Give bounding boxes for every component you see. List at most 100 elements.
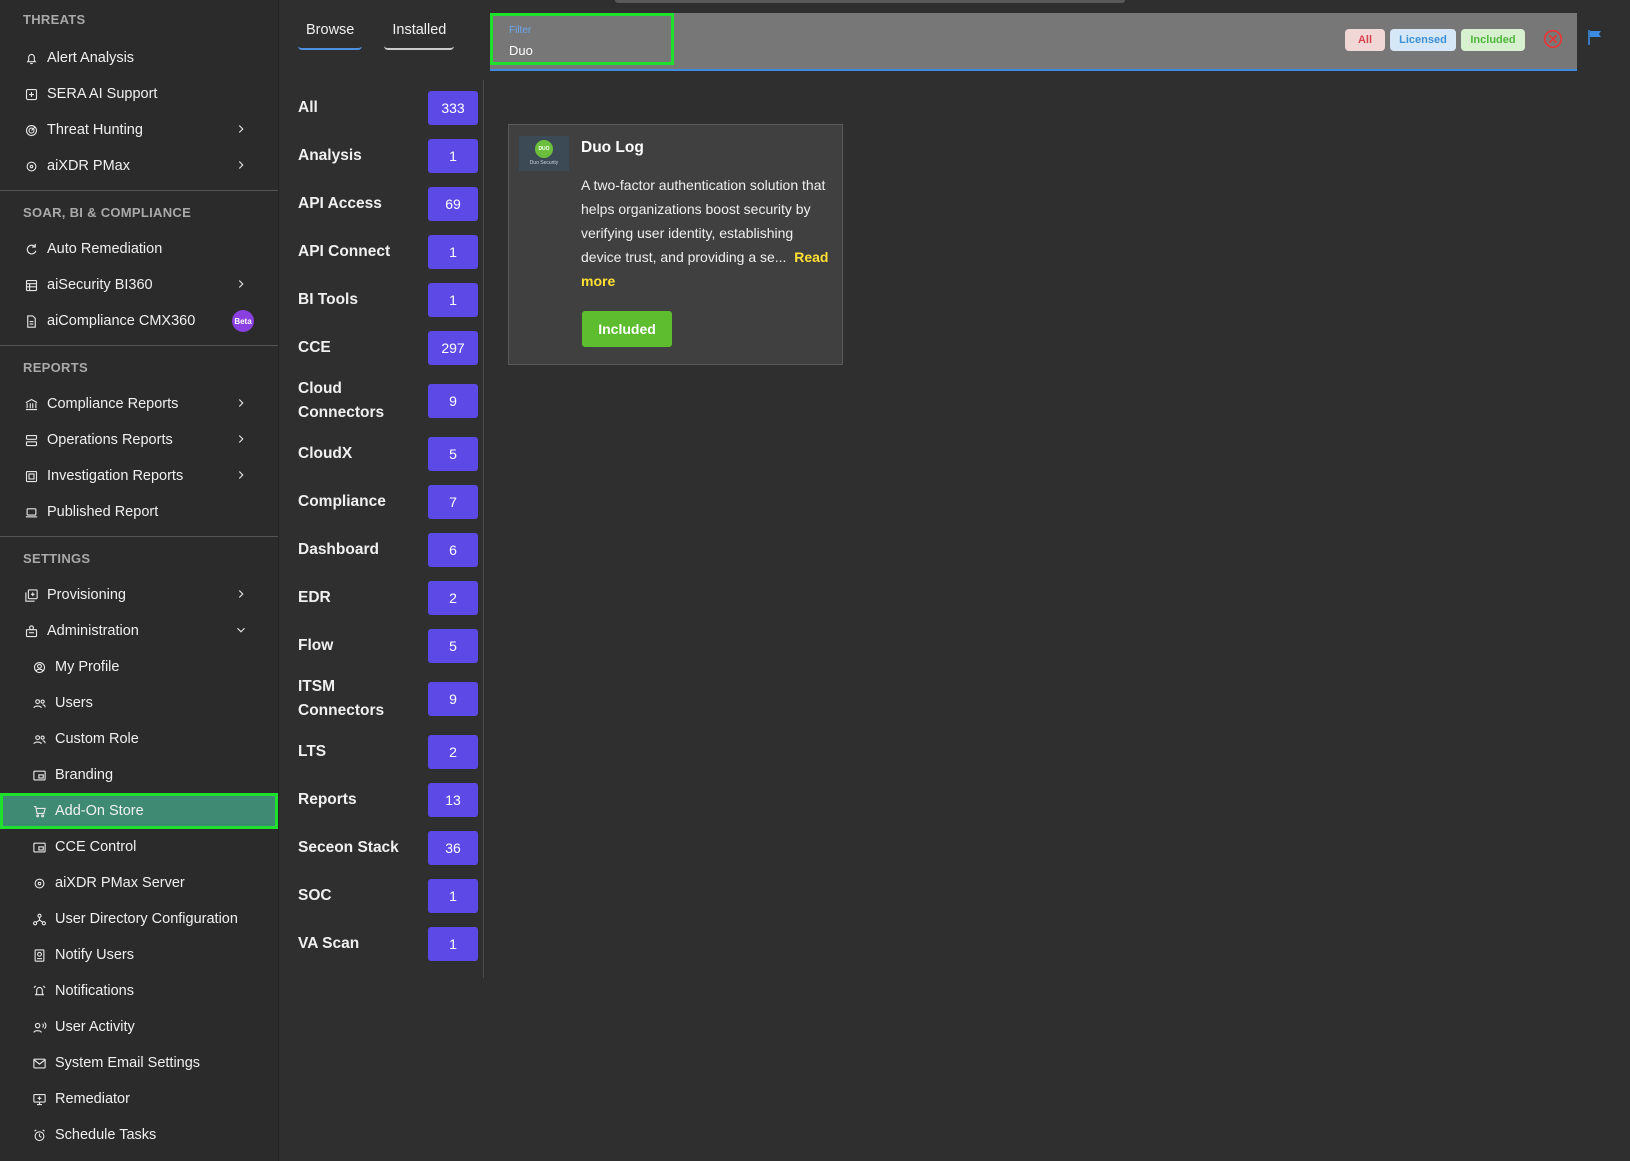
sidebar-item-label: User Directory Configuration <box>55 911 238 927</box>
sidebar-item-aisecurity-bi360[interactable]: aiSecurity BI360 <box>0 267 278 303</box>
sidebar-item-label: Alert Analysis <box>47 50 135 66</box>
category-row[interactable]: Seceon Stack 36 <box>298 824 478 872</box>
sidebar-item-label: Threat Hunting <box>47 122 143 138</box>
sidebar-item-label: Branding <box>55 767 114 783</box>
chip-all[interactable]: All <box>1345 29 1385 51</box>
sidebar-item-label: Compliance Reports <box>47 396 179 412</box>
chevron-right-icon <box>234 587 248 601</box>
table-icon <box>23 277 39 293</box>
sidebar-item-administration[interactable]: Administration <box>0 613 278 649</box>
category-label: Seceon Stack <box>298 839 399 856</box>
sidebar-item-label: aiCompliance CMX360 <box>47 313 196 329</box>
sidebar-item-user-directory-configuration[interactable]: User Directory Configuration <box>0 901 278 937</box>
category-label: CloudX <box>298 445 353 462</box>
chevron-right-icon <box>234 432 248 446</box>
section-title-settings: SETTINGS <box>23 551 91 566</box>
refresh-icon <box>23 241 39 257</box>
category-row[interactable]: LTS 2 <box>298 728 478 776</box>
sidebar-item-compliance-reports[interactable]: Compliance Reports <box>0 386 278 422</box>
category-count-badge: 1 <box>428 879 478 913</box>
chevron-right-icon <box>234 396 248 410</box>
category-label: Reports <box>298 791 357 808</box>
laptop-icon <box>23 504 39 520</box>
category-row[interactable]: Flow 5 <box>298 622 478 670</box>
category-label: Analysis <box>298 147 362 164</box>
sidebar-item-aicompliance-cmx360[interactable]: aiCompliance CMX360 Beta <box>0 303 278 339</box>
card-title: Duo Log <box>581 139 644 156</box>
sidebar-item-label: Investigation Reports <box>47 468 184 484</box>
document-icon <box>23 313 39 329</box>
sidebar-item-label: Provisioning <box>47 587 126 603</box>
category-row[interactable]: Cloud Connectors 9 <box>298 372 478 430</box>
sidebar-item-cce-control[interactable]: CCE Control <box>0 829 278 865</box>
category-row[interactable]: API Connect 1 <box>298 228 478 276</box>
category-label: CCE <box>298 339 331 356</box>
clock-icon <box>31 1127 47 1143</box>
hub-icon <box>31 911 47 927</box>
sidebar-item-aixdr-pmax[interactable]: aiXDR PMax <box>0 148 278 184</box>
sidebar-item-published-report[interactable]: Published Report <box>0 494 278 530</box>
category-count-badge: 1 <box>428 283 478 317</box>
alarm-icon <box>31 983 47 999</box>
category-label: Flow <box>298 637 334 654</box>
filter-value[interactable]: Duo <box>509 43 533 58</box>
top-scroll-strip <box>615 0 1125 3</box>
flag-icon[interactable] <box>1586 28 1604 46</box>
sidebar-item-investigation-reports[interactable]: Investigation Reports <box>0 458 278 494</box>
duo-logo-mark: DUO <box>535 140 553 158</box>
category-count-badge: 1 <box>428 927 478 961</box>
sidebar-item-label: Add-On Store <box>55 803 144 819</box>
category-row[interactable]: EDR 2 <box>298 574 478 622</box>
sidebar-item-auto-remediation[interactable]: Auto Remediation <box>0 231 278 267</box>
included-button[interactable]: Included <box>582 311 672 347</box>
sidebar-item-users[interactable]: Users <box>0 685 278 721</box>
sidebar-item-operations-reports[interactable]: Operations Reports <box>0 422 278 458</box>
category-row[interactable]: VA Scan 1 <box>298 920 478 968</box>
sidebar-item-alert-analysis[interactable]: Alert Analysis <box>0 40 278 76</box>
sidebar-item-system-email-settings[interactable]: System Email Settings <box>0 1045 278 1081</box>
sidebar-item-notifications[interactable]: Notifications <box>0 973 278 1009</box>
sidebar-item-branding[interactable]: Branding <box>0 757 278 793</box>
tab-installed[interactable]: Installed <box>384 14 455 50</box>
sidebar-item-user-activity[interactable]: User Activity <box>0 1009 278 1045</box>
addon-card[interactable]: DUO Duo Security Duo Log A two-factor au… <box>508 124 843 365</box>
category-count-badge: 2 <box>428 735 478 769</box>
category-row[interactable]: API Access 69 <box>298 180 478 228</box>
sidebar-item-my-profile[interactable]: My Profile <box>0 649 278 685</box>
target-icon <box>23 158 39 174</box>
category-row[interactable]: SOC 1 <box>298 872 478 920</box>
radar-icon <box>23 122 39 138</box>
sidebar-item-schedule-tasks[interactable]: Schedule Tasks <box>0 1117 278 1153</box>
chip-included[interactable]: Included <box>1461 29 1525 51</box>
card-description: A two-factor authentication solution tha… <box>581 173 833 293</box>
category-row[interactable]: ITSM Connectors 9 <box>298 670 478 728</box>
sidebar-item-remediator[interactable]: Remediator <box>0 1081 278 1117</box>
category-row[interactable]: Reports 13 <box>298 776 478 824</box>
sidebar-item-label: User Activity <box>55 1019 135 1035</box>
chip-licensed[interactable]: Licensed <box>1390 29 1456 51</box>
category-row[interactable]: Dashboard 6 <box>298 526 478 574</box>
category-row[interactable]: CCE 297 <box>298 324 478 372</box>
sidebar-item-label: aiXDR PMax Server <box>55 875 185 891</box>
sidebar-item-label: Users <box>55 695 93 711</box>
duo-logo-caption: Duo Security <box>529 160 559 166</box>
sidebar-item-aixdr-pmax-server[interactable]: aiXDR PMax Server <box>0 865 278 901</box>
sidebar-item-notify-users[interactable]: Notify Users <box>0 937 278 973</box>
sidebar-item-custom-role[interactable]: Custom Role <box>0 721 278 757</box>
sidebar-item-threat-hunting[interactable]: Threat Hunting <box>0 112 278 148</box>
category-row[interactable]: CloudX 5 <box>298 430 478 478</box>
category-label: BI Tools <box>298 291 358 308</box>
filter-input[interactable]: Filter Duo <box>490 13 674 65</box>
category-row[interactable]: Analysis 1 <box>298 132 478 180</box>
sidebar-item-sera-ai-support[interactable]: SERA AI Support <box>0 76 278 112</box>
category-count-badge: 333 <box>428 91 478 125</box>
category-row[interactable]: All 333 <box>298 84 478 132</box>
sidebar-item-add-on-store[interactable]: Add-On Store <box>0 793 278 829</box>
clear-filter-icon[interactable] <box>1542 28 1564 50</box>
category-row[interactable]: Compliance 7 <box>298 478 478 526</box>
sidebar-item-provisioning[interactable]: Provisioning <box>0 577 278 613</box>
category-label: SOC <box>298 887 332 904</box>
tab-browse[interactable]: Browse <box>298 14 363 50</box>
category-row[interactable]: BI Tools 1 <box>298 276 478 324</box>
section-divider <box>0 190 278 191</box>
